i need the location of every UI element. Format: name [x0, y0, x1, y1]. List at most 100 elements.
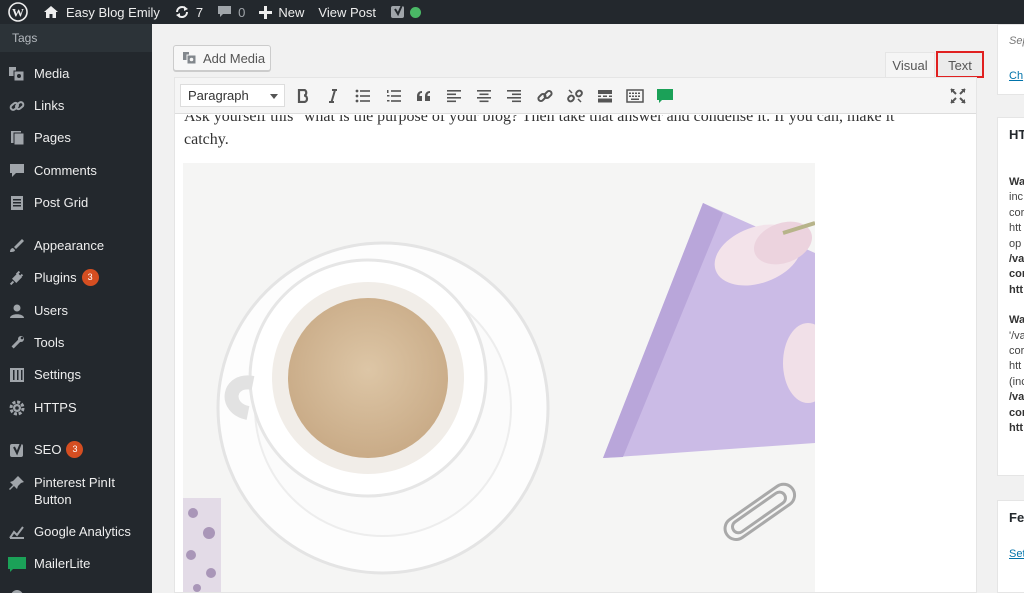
align-center-button[interactable] — [473, 85, 495, 107]
sidebar-item-mailerlite[interactable]: MailerLite — [0, 555, 152, 573]
quote-icon — [417, 91, 430, 101]
sidebar-item-google-analytics[interactable]: Google Analytics — [0, 523, 152, 540]
sidebar-item-label: Plugins — [34, 270, 77, 285]
https-box-line: htt — [1009, 360, 1022, 373]
post-body-text[interactable]: Ask yourself this "what is the purpose o… — [184, 115, 944, 151]
https-box-title: HT — [1009, 127, 1024, 142]
admin-bar: W Easy Blog Emily 7 0 New View Post — [0, 0, 1024, 24]
insert-link-button[interactable] — [534, 85, 556, 107]
mailerlite-form-button[interactable] — [654, 85, 676, 107]
bulleted-list-icon — [355, 89, 370, 103]
sidebar-item-pinterest[interactable]: Pinterest PinIt Button — [0, 474, 152, 508]
mailerlite-icon — [0, 555, 34, 573]
sidebar-item-label: Comments — [34, 163, 97, 178]
sidebar-item-tools[interactable]: Tools — [0, 334, 152, 351]
yoast-seo-icon — [0, 441, 34, 458]
wordpress-logo-icon[interactable]: W — [0, 0, 36, 24]
publish-box: Sep Ch — [997, 24, 1024, 95]
editor-frame: Paragraph Ask yourself this "what is the… — [174, 77, 977, 593]
read-more-icon — [598, 90, 612, 103]
new-content-link[interactable]: New — [252, 0, 311, 24]
https-box-line: /va — [1009, 253, 1024, 265]
sidebar-item-https[interactable]: HTTPS — [0, 399, 152, 416]
sidebar-item-label: Post Grid — [34, 195, 89, 210]
post-text-line2: catchy. — [184, 131, 229, 148]
align-center-icon — [477, 90, 491, 103]
https-box-line: (inc — [1009, 375, 1024, 388]
align-right-button[interactable] — [503, 85, 525, 107]
https-box-line: /va — [1009, 391, 1024, 404]
link-icon — [537, 89, 553, 103]
sidebar-item-plugins[interactable]: Plugins 3 — [0, 269, 152, 286]
sidebar-item-links[interactable]: Links — [0, 97, 152, 114]
sidebar-item-post-grid[interactable]: Post Grid — [0, 194, 152, 211]
toolbar-toggle-button[interactable] — [624, 85, 646, 107]
https-box-line: Wa — [1009, 176, 1024, 188]
yoast-icon — [390, 4, 404, 18]
media-icon — [0, 65, 34, 82]
post-grid-icon — [0, 194, 34, 211]
media-icon — [183, 51, 197, 64]
italic-icon — [329, 89, 337, 103]
sidebar-item-comments[interactable]: Comments — [0, 162, 152, 179]
site-name-link[interactable]: Easy Blog Emily — [36, 0, 167, 24]
sidebar-item-media[interactable]: Media — [0, 65, 152, 82]
site-name: Easy Blog Emily — [66, 4, 160, 20]
sidebar-item-label: Links — [34, 98, 65, 113]
bulleted-list-button[interactable] — [352, 85, 374, 107]
sidebar-item-settings[interactable]: Settings — [0, 366, 152, 383]
collapse-icon — [0, 587, 34, 593]
plugins-update-badge: 3 — [81, 269, 99, 286]
blockquote-button[interactable] — [413, 85, 435, 107]
fullscreen-button[interactable] — [947, 85, 969, 107]
align-left-button[interactable] — [443, 85, 465, 107]
https-box: HT Wa inc cor htt op/va cor htt Wa '/va cor htt (in… — [997, 117, 1024, 476]
pin-icon — [0, 474, 34, 491]
editor-content[interactable]: Ask yourself this "what is the purpose o… — [175, 115, 976, 592]
remove-link-button[interactable] — [564, 85, 586, 107]
plus-icon — [259, 5, 273, 19]
sidebar-item-users[interactable]: Users — [0, 302, 152, 319]
sidebar-item-pages[interactable]: Pages — [0, 129, 152, 146]
change-link[interactable]: Ch — [1009, 69, 1023, 83]
set-featured-image-link[interactable]: Set — [1009, 547, 1024, 561]
post-editor-area: Add Media Visual Text Paragraph Ask your… — [152, 24, 997, 593]
numbered-list-button[interactable] — [383, 85, 405, 107]
tab-text[interactable]: Text — [936, 51, 984, 78]
tab-visual[interactable]: Visual — [885, 52, 935, 77]
sidebar-item-label: Pages — [34, 130, 71, 145]
sidebar-item-appearance[interactable]: Appearance — [0, 237, 152, 254]
sidebar-item-tags[interactable]: Tags — [0, 24, 152, 52]
sidebar-item-label: Media — [34, 66, 70, 81]
keyboard-icon — [626, 89, 644, 103]
updates-link[interactable]: 7 — [167, 0, 210, 24]
align-left-icon — [447, 90, 461, 103]
sidebar-item-label: Tools — [34, 335, 65, 350]
sidebar-item-partial[interactable] — [0, 587, 152, 593]
https-box-line: '/va — [1009, 329, 1024, 342]
sidebar-item-label-line1: Pinterest PinIt — [34, 475, 115, 490]
seo-status-dot — [409, 6, 421, 18]
seo-adminbar-menu[interactable] — [383, 0, 428, 24]
comments-link[interactable]: 0 — [210, 0, 252, 24]
seo-notification-badge: 3 — [66, 441, 84, 458]
https-box-line: htt — [1009, 422, 1024, 434]
read-more-button[interactable] — [594, 85, 616, 107]
view-post-label: View Post — [318, 4, 376, 20]
post-image[interactable] — [183, 163, 815, 592]
view-post-link[interactable]: View Post — [311, 0, 383, 24]
bold-button[interactable] — [292, 85, 314, 107]
settings-sliders-icon — [0, 366, 34, 383]
sidebar-item-seo[interactable]: SEO 3 — [0, 441, 152, 458]
add-media-label: Add Media — [203, 50, 266, 66]
add-media-button[interactable]: Add Media — [173, 45, 271, 71]
format-select[interactable]: Paragraph — [180, 84, 285, 107]
gear-icon — [0, 399, 34, 416]
updates-icon — [175, 6, 188, 18]
numbered-list-icon — [387, 90, 401, 102]
analytics-icon — [0, 523, 34, 540]
links-icon — [0, 97, 34, 114]
italic-button[interactable] — [322, 85, 344, 107]
plugins-icon — [0, 269, 34, 286]
bold-icon — [297, 89, 309, 103]
